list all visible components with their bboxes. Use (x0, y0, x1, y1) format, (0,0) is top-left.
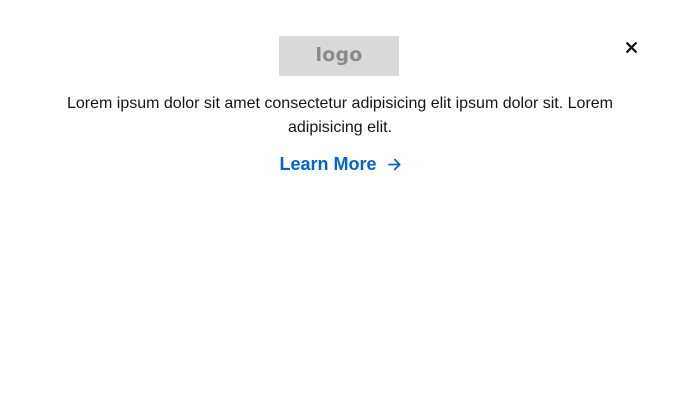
learn-more-link[interactable]: Learn More (0, 151, 680, 177)
logo-text: logo (315, 43, 363, 66)
arrow-right-icon (387, 158, 401, 171)
modal-body-text: Lorem ipsum dolor sit amet consectetur a… (66, 95, 613, 136)
close-icon (625, 41, 637, 53)
modal-dialog: logo Lorem ipsum dolor sit amet consecte… (0, 0, 680, 400)
close-button[interactable] (621, 37, 641, 57)
learn-more-content: Learn More (279, 151, 401, 177)
learn-more-label: Learn More (279, 154, 377, 174)
logo-placeholder: logo (279, 36, 399, 76)
